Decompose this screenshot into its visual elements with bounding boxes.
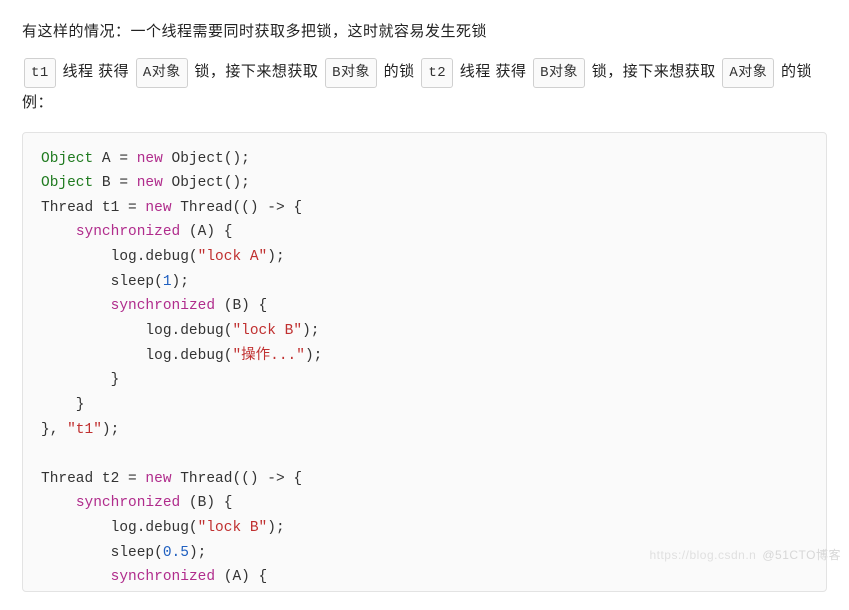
chip-a-obj: A对象 xyxy=(136,58,188,88)
code-token: A = xyxy=(93,151,137,167)
code-token: ); xyxy=(102,422,119,438)
code-token: new xyxy=(137,175,163,191)
chip-b-obj: B对象 xyxy=(325,58,377,88)
code-token: (A) { xyxy=(180,224,232,240)
watermark-url: https://blog.csdn.n xyxy=(649,548,756,562)
code-token: sleep( xyxy=(41,545,163,561)
code-token: (B) { xyxy=(180,495,232,511)
code-token: 1 xyxy=(163,274,172,290)
code-token: 0.5 xyxy=(163,545,189,561)
code-token: ); xyxy=(302,323,319,339)
watermark-brand: @51CTO博客 xyxy=(762,546,841,563)
code-token: Object(); xyxy=(163,151,250,167)
chip-t1: t1 xyxy=(24,58,56,88)
watermark: https://blog.csdn.n @51CTO博客 xyxy=(649,546,841,563)
code-token: synchronized xyxy=(111,298,215,314)
code-token: ); xyxy=(267,520,284,536)
code-token: "t1" xyxy=(67,422,102,438)
code-token: } xyxy=(41,372,119,388)
code-token xyxy=(41,224,76,240)
code-token: "lock B" xyxy=(198,520,268,536)
intro-paragraph: 有这样的情况：一个线程需要同时获取多把锁，这时就容易发生死锁 xyxy=(22,18,827,47)
text-seg: 锁，接下来想获取 xyxy=(190,63,323,80)
code-token xyxy=(41,495,76,511)
code-token: Thread(() -> { xyxy=(172,200,303,216)
code-token: "lock B" xyxy=(232,323,302,339)
code-token: synchronized xyxy=(76,224,180,240)
code-token: B = xyxy=(93,175,137,191)
code-token: ); xyxy=(267,249,284,265)
text-seg: 线程 获得 xyxy=(58,63,134,80)
code-token: synchronized xyxy=(76,495,180,511)
text-seg: 线程 获得 xyxy=(455,63,531,80)
description-line: t1 线程 获得 A对象 锁，接下来想获取 B对象 的锁 t2 线程 获得 B对… xyxy=(22,57,827,118)
code-token: log.debug( xyxy=(41,323,232,339)
code-token: log.debug( xyxy=(41,520,198,536)
code-token: Thread t2 = xyxy=(41,471,145,487)
code-token xyxy=(41,298,111,314)
text-seg: 锁，接下来想获取 xyxy=(587,63,720,80)
code-token: }, xyxy=(41,422,67,438)
code-token: ); xyxy=(172,274,189,290)
code-token: (B) { xyxy=(215,298,267,314)
code-block: Object A = new Object(); Object B = new … xyxy=(22,132,827,592)
code-token: "操作..." xyxy=(232,348,305,364)
code-token: Object xyxy=(41,175,93,191)
code-token: synchronized xyxy=(111,569,215,585)
code-token: } xyxy=(41,397,85,413)
code-token: Object xyxy=(41,151,93,167)
code-token: Thread t1 = xyxy=(41,200,145,216)
code-token: new xyxy=(145,471,171,487)
code-token: ); xyxy=(305,348,322,364)
code-token: ); xyxy=(189,545,206,561)
chip-a-obj-2: A对象 xyxy=(722,58,774,88)
chip-t2: t2 xyxy=(421,58,453,88)
code-token: Thread(() -> { xyxy=(172,471,303,487)
code-token: log.debug( xyxy=(41,348,232,364)
code-token: (A) { xyxy=(215,569,267,585)
code-token: new xyxy=(145,200,171,216)
text-seg: 的锁 xyxy=(379,63,419,80)
code-token: "lock A" xyxy=(198,249,268,265)
code-token: sleep( xyxy=(41,274,163,290)
code-token: new xyxy=(137,151,163,167)
code-token: log.debug( xyxy=(41,249,198,265)
chip-b-obj-2: B对象 xyxy=(533,58,585,88)
code-token xyxy=(41,569,111,585)
code-token: Object(); xyxy=(163,175,250,191)
